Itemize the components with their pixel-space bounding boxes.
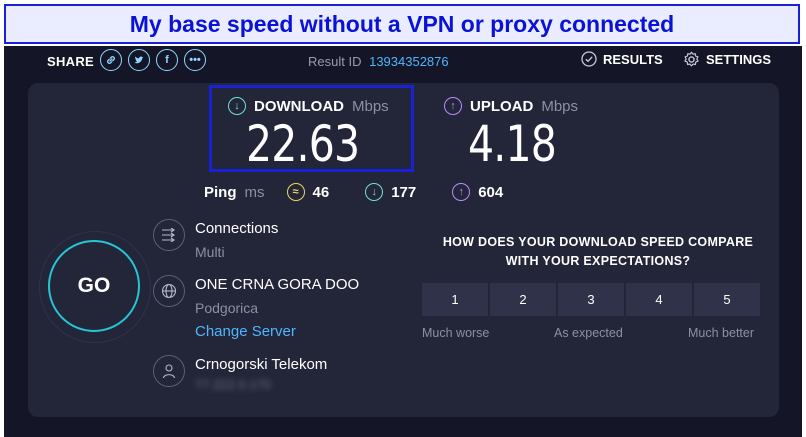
go-button[interactable]: GO: [48, 240, 140, 332]
download-unit: Mbps: [352, 97, 389, 115]
download-ping-icon: ↓: [365, 183, 384, 201]
download-label: DOWNLOAD: [254, 97, 344, 115]
provider-ip: 77.222.0.170: [195, 377, 271, 392]
gear-icon: [684, 51, 699, 67]
survey-question-line2: WITH YOUR EXPECTATIONS?: [505, 254, 691, 268]
upload-metric: ↑ UPLOAD Mbps 4.18: [444, 97, 578, 169]
results-label: RESULTS: [603, 51, 663, 67]
download-value: 22.63: [246, 115, 360, 173]
share-icons: f •••: [100, 49, 206, 71]
result-id: Result ID 13934352876: [308, 54, 449, 69]
result-panel: ↓ DOWNLOAD Mbps 22.63 ↑ UPLOAD Mbps 4.18…: [28, 83, 779, 417]
survey-option-1[interactable]: 1: [422, 283, 488, 316]
connections-info: Connections Multi: [153, 219, 278, 265]
connections-icon[interactable]: [153, 219, 185, 251]
ping-upload: ↑ 604: [452, 183, 503, 201]
survey-option-3[interactable]: 3: [558, 283, 624, 316]
provider-info: Crnogorski Telekom 77.222.0.170: [153, 355, 327, 395]
idle-ping-icon: ≈: [286, 183, 305, 201]
speedtest-app: SHARE f ••• Result ID 13934352876 RESULT…: [4, 46, 802, 437]
link-icon[interactable]: [100, 49, 122, 71]
upload-value: 4.18: [468, 115, 557, 173]
change-server-link[interactable]: Change Server: [195, 321, 359, 343]
ping-idle: ≈ 46: [286, 183, 330, 201]
connections-value: Multi: [195, 244, 225, 260]
upload-label: UPLOAD: [470, 97, 534, 115]
scale-label-low: Much worse: [422, 326, 490, 340]
server-location: Podgorica: [195, 300, 259, 316]
upload-unit: Mbps: [541, 97, 579, 115]
banner-text: My base speed without a VPN or proxy con…: [129, 10, 675, 37]
upload-ping-icon: ↑: [452, 183, 471, 201]
annotation-banner: My base speed without a VPN or proxy con…: [4, 4, 800, 44]
twitter-icon[interactable]: [128, 49, 150, 71]
server-name: ONE CRNA GORA DOO: [195, 276, 360, 293]
ping-upload-value: 604: [478, 183, 504, 201]
survey-scale: 1 2 3 4 5: [422, 283, 760, 316]
upload-arrow-icon: ↑: [444, 97, 462, 115]
survey-option-5[interactable]: 5: [694, 283, 760, 316]
ping-label: Ping: [204, 183, 237, 201]
survey-question: HOW DOES YOUR DOWNLOAD SPEED COMPARE WIT…: [416, 233, 780, 271]
survey-option-2[interactable]: 2: [490, 283, 556, 316]
user-icon: [153, 355, 185, 387]
results-button[interactable]: RESULTS: [581, 51, 663, 67]
ping-download: ↓ 177: [365, 183, 416, 201]
ping-idle-value: 46: [312, 183, 330, 201]
result-id-label: Result ID: [308, 54, 362, 69]
check-circle-icon: [581, 51, 597, 67]
download-metric: ↓ DOWNLOAD Mbps 22.63: [228, 97, 389, 169]
survey-question-line1: HOW DOES YOUR DOWNLOAD SPEED COMPARE: [442, 235, 754, 249]
go-label: GO: [77, 274, 111, 297]
ping-download-value: 177: [391, 183, 417, 201]
facebook-icon[interactable]: f: [156, 49, 178, 71]
scale-label-high: Much better: [688, 326, 755, 340]
result-id-value[interactable]: 13934352876: [369, 54, 449, 69]
survey-option-4[interactable]: 4: [626, 283, 692, 316]
ping-row: Ping ms ≈ 46 ↓ 177 ↑ 604: [204, 183, 539, 201]
server-info: ONE CRNA GORA DOO Podgorica Change Serve…: [153, 275, 359, 343]
scale-label-mid: As expected: [554, 326, 623, 340]
settings-button[interactable]: SETTINGS: [683, 51, 771, 68]
more-icon[interactable]: •••: [184, 49, 206, 71]
connections-title: Connections: [195, 220, 279, 237]
settings-label: SETTINGS: [706, 52, 772, 67]
download-arrow-icon: ↓: [228, 97, 246, 115]
provider-name: Crnogorski Telekom: [195, 356, 328, 373]
globe-icon: [153, 275, 185, 307]
ping-unit: ms: [244, 183, 265, 201]
share-label: SHARE: [47, 54, 95, 69]
